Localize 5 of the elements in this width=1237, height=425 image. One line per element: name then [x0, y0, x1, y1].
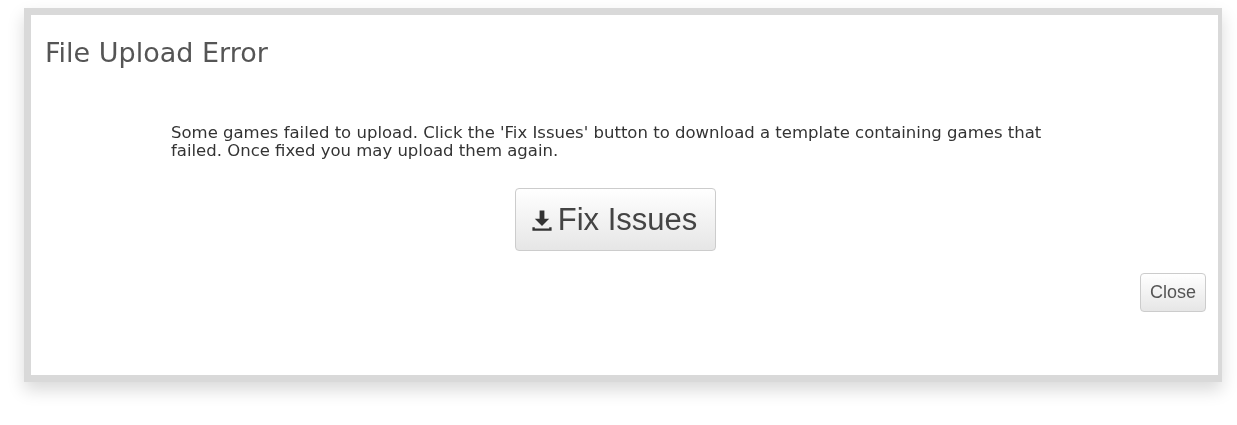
dialog-title: File Upload Error: [45, 37, 269, 68]
close-button[interactable]: Close: [1139, 273, 1206, 312]
error-message: Some games failed to upload. Click the 'Fix Issues' button to download a template containing games that failed. Once fixed you may upload them again.: [171, 124, 1043, 160]
download-icon: [529, 207, 554, 232]
fix-issues-button[interactable]: Fix Issues: [514, 188, 717, 251]
